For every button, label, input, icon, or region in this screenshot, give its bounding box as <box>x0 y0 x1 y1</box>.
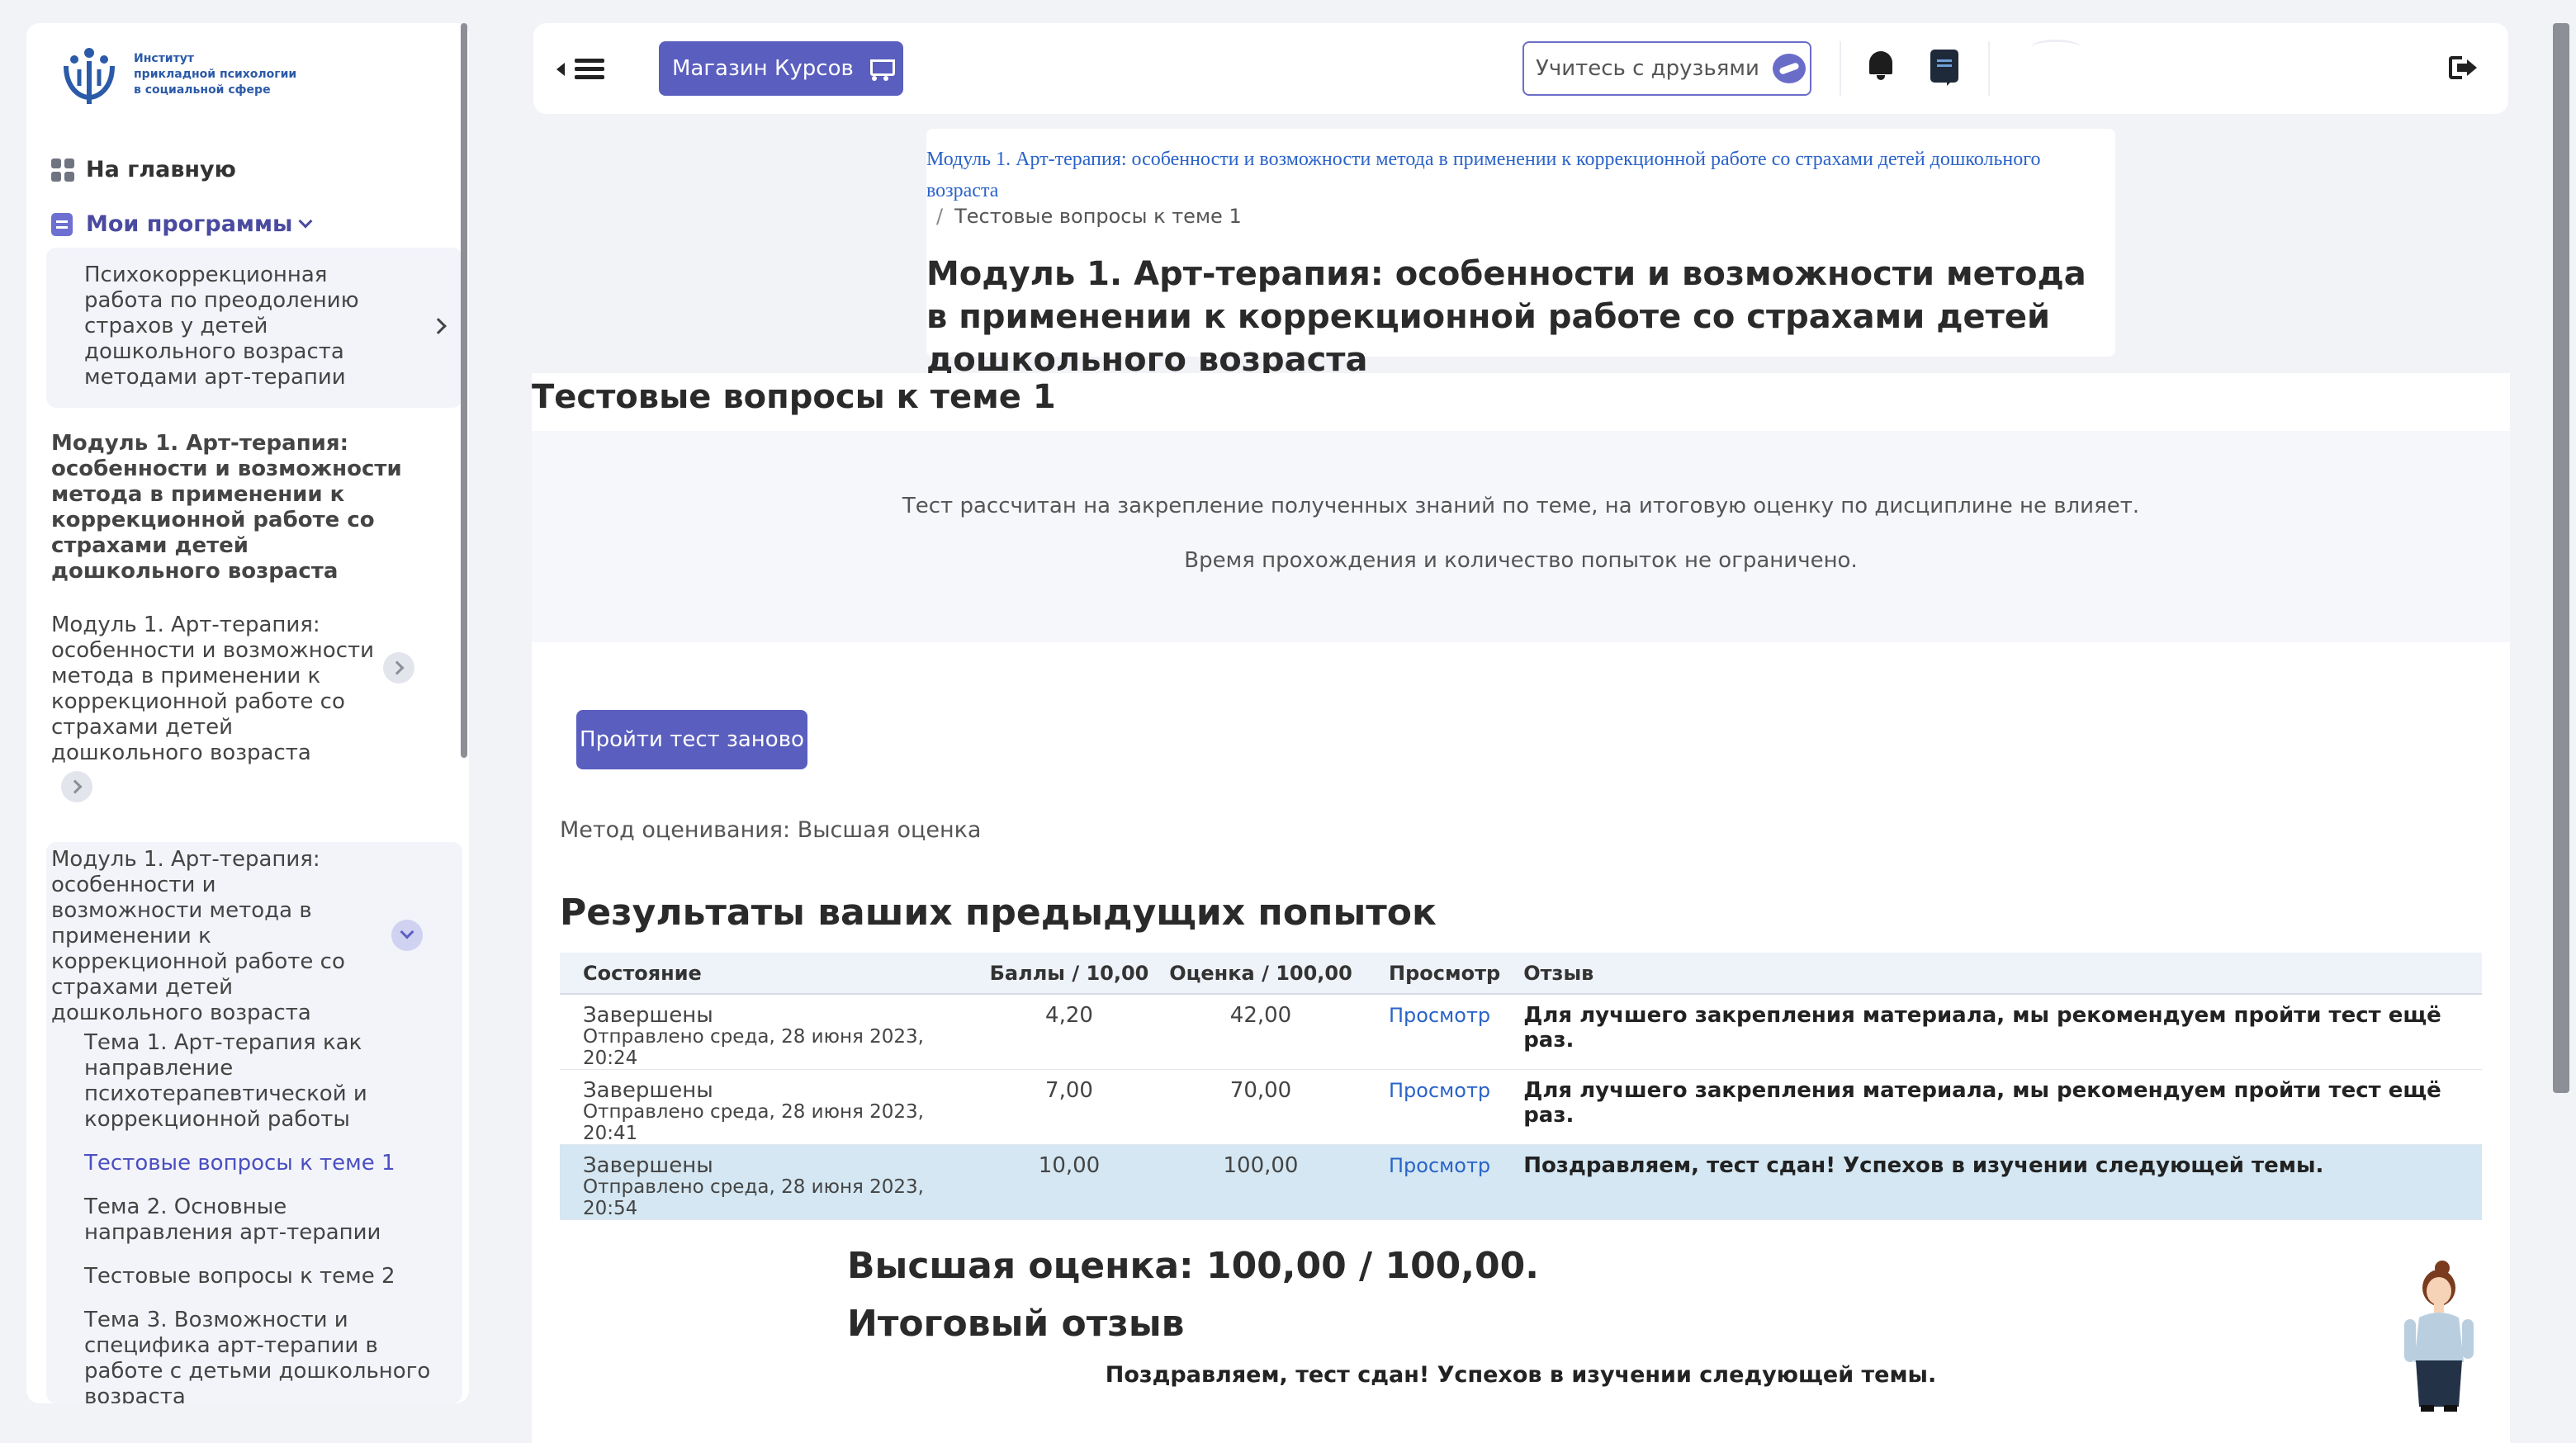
attempt-status: Завершены <box>583 1078 713 1103</box>
review-link[interactable]: Просмотр <box>1389 1079 1490 1102</box>
breadcrumb: / Тестовые вопросы к теме 1 <box>926 205 1242 228</box>
table-row: Завершены Отправлено среда, 28 июня 2023,… <box>560 994 2482 1070</box>
sidebar-item-my-programs[interactable]: Мои программы <box>51 211 313 237</box>
document-icon <box>51 212 73 236</box>
cart-icon <box>867 56 895 81</box>
quiz-intro: Тест рассчитан на закрепление полученных… <box>532 431 2510 642</box>
sidebar-item-home[interactable]: На главную <box>51 157 236 182</box>
sidebar-item-label: На главную <box>86 157 236 182</box>
attempt-state: Завершены Отправлено среда, 28 июня 2023,… <box>560 1144 983 1220</box>
expand-chevron-icon[interactable] <box>383 652 414 684</box>
grading-method: Метод оценивания: Высшая оценка <box>560 817 982 843</box>
attempt-grade: 70,00 <box>1156 1069 1366 1145</box>
attempt-points: 4,20 <box>983 994 1156 1070</box>
page-header: Модуль 1. Арт-терапия: особенности и воз… <box>926 129 2115 379</box>
main-content: Тестовые вопросы к теме 1 Тест рассчитан… <box>532 373 2510 1443</box>
sidebar: Институт прикладной психологии в социаль… <box>26 23 469 1403</box>
learn-with-friends-button[interactable]: Учитесь с друзьями <box>1522 41 1811 96</box>
collapse-chevron-icon[interactable] <box>391 920 423 951</box>
logout-icon[interactable] <box>2449 56 2477 79</box>
institute-logo[interactable]: Институт прикладной психологии в социаль… <box>56 41 296 107</box>
learn-with-friends-label: Учитесь с друзьями <box>1536 56 1759 81</box>
sidebar-scrollbar[interactable] <box>461 23 467 758</box>
topic-item[interactable]: Тема 3. Возможности и специфика арт-тера… <box>84 1308 431 1403</box>
logo-line-2: прикладной психологии <box>134 67 297 81</box>
topic-item[interactable]: Тестовые вопросы к теме 2 <box>84 1264 431 1289</box>
collapse-arrow-icon <box>556 62 565 76</box>
logo-line-3: в социальной сфере <box>134 83 271 97</box>
table-row: Завершены Отправлено среда, 28 июня 2023,… <box>560 1069 2482 1145</box>
page-scrollbar[interactable] <box>2550 23 2573 1418</box>
attempt-feedback: Для лучшего закрепления материала, мы ре… <box>1523 1003 2441 1053</box>
logo-line-1: Институт <box>134 51 194 65</box>
quiz-title: Тестовые вопросы к теме 1 <box>532 378 1056 416</box>
breadcrumb-separator: / <box>936 205 944 228</box>
column-header: Баллы / 10,00 <box>983 953 1156 995</box>
review-link[interactable]: Просмотр <box>1389 1154 1490 1177</box>
review-link[interactable]: Просмотр <box>1389 1004 1490 1027</box>
bell-icon[interactable] <box>1868 50 1894 81</box>
chevron-down-icon <box>298 214 313 228</box>
dashboard-icon <box>51 158 74 182</box>
course-shop-label: Магазин Курсов <box>672 56 854 81</box>
topic-item[interactable]: Тема 2. Основные направления арт-терапии <box>84 1195 431 1246</box>
retry-quiz-button[interactable]: Пройти тест заново <box>576 710 807 769</box>
menu-toggle-button[interactable] <box>556 54 604 83</box>
attempt-grade: 100,00 <box>1156 1144 1366 1220</box>
logo-icon <box>64 48 115 104</box>
hamburger-icon <box>575 54 604 83</box>
column-header: Оценка / 100,00 <box>1156 953 1366 995</box>
messages-icon[interactable] <box>1930 50 1958 86</box>
table-row-best: Завершены Отправлено среда, 28 июня 2023,… <box>560 1144 2482 1220</box>
table-header-row: Состояние Баллы / 10,00 Оценка / 100,00 … <box>560 953 2482 995</box>
sidebar-module-title: Модуль 1. Арт-терапия: особенности и воз… <box>51 431 402 584</box>
column-header: Состояние <box>560 953 983 995</box>
final-feedback-title: Итоговый отзыв <box>847 1303 1185 1345</box>
course-shop-button[interactable]: Магазин Курсов <box>659 41 903 96</box>
column-header: Отзыв <box>1500 953 2482 995</box>
attempt-submitted: Отправлено среда, 28 июня 2023, 20:24 <box>583 1026 924 1069</box>
final-feedback-text: Поздравляем, тест сдан! Успехов в изучен… <box>1105 1362 1937 1388</box>
attempt-status: Завершены <box>583 1003 713 1028</box>
quiz-intro-text: Время прохождения и количество попыток н… <box>1184 548 1858 573</box>
chevron-right-icon <box>430 318 447 334</box>
attempt-submitted: Отправлено среда, 28 июня 2023, 20:41 <box>583 1101 924 1144</box>
results-title: Результаты ваших предыдущих попыток <box>560 892 1437 934</box>
logo-text: Институт прикладной психологии в социаль… <box>134 51 296 98</box>
program-name: Психокоррекционная работа по преодолению… <box>84 263 359 390</box>
handshake-icon <box>1772 54 1806 83</box>
topic-item[interactable]: Тема 1. Арт-терапия как направление псих… <box>84 1030 431 1133</box>
attempt-submitted: Отправлено среда, 28 июня 2023, 20:54 <box>583 1176 924 1219</box>
attempt-status: Завершены <box>583 1153 713 1178</box>
sidebar-module-item[interactable]: Модуль 1. Арт-терапия: особенности и воз… <box>51 613 381 766</box>
sidebar-module-label: Модуль 1. Арт-терапия: особенности и воз… <box>51 847 345 1025</box>
divider <box>1840 41 1841 96</box>
sidebar-program-item[interactable]: Психокоррекционная работа по преодолению… <box>46 248 462 408</box>
attempt-feedback: Для лучшего закрепления материала, мы ре… <box>1523 1078 2441 1128</box>
column-header: Просмотр <box>1366 953 1501 995</box>
topic-item-active[interactable]: Тестовые вопросы к теме 1 <box>84 1151 431 1176</box>
breadcrumb-current: Тестовые вопросы к теме 1 <box>954 205 1242 228</box>
page-title: Модуль 1. Арт-терапия: особенности и воз… <box>926 255 2086 379</box>
attempt-state: Завершены Отправлено среда, 28 июня 2023,… <box>560 1069 983 1145</box>
attempt-state: Завершены Отправлено среда, 28 июня 2023,… <box>560 994 983 1070</box>
expand-chevron-icon[interactable] <box>61 771 92 802</box>
topic-list: Тема 1. Арт-терапия как направление псих… <box>84 1030 431 1403</box>
top-bar: Магазин Курсов Учитесь с друзьями <box>533 23 2508 114</box>
attempts-table: Состояние Баллы / 10,00 Оценка / 100,00 … <box>560 953 2482 1220</box>
avatar[interactable] <box>2031 40 2081 54</box>
breadcrumb-link[interactable]: Модуль 1. Арт-терапия: особенности и воз… <box>926 144 2049 206</box>
quiz-intro-text: Тест рассчитан на закрепление полученных… <box>902 494 2140 518</box>
assistant-mascot-icon[interactable] <box>2399 1260 2477 1413</box>
sidebar-item-label: Мои программы <box>86 211 293 237</box>
divider <box>1988 41 1990 96</box>
attempt-grade: 42,00 <box>1156 994 1366 1070</box>
page-scrollbar-thumb[interactable] <box>2553 23 2569 1093</box>
best-grade: Высшая оценка: 100,00 / 100,00. <box>847 1245 1539 1287</box>
attempt-points: 7,00 <box>983 1069 1156 1145</box>
attempt-feedback: Поздравляем, тест сдан! Успехов в изучен… <box>1523 1153 2324 1178</box>
attempt-points: 10,00 <box>983 1144 1156 1220</box>
